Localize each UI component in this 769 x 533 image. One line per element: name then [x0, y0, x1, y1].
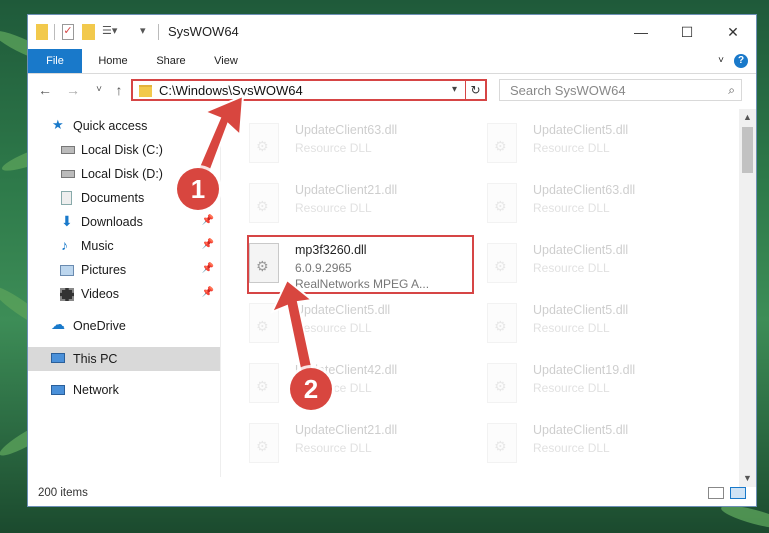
vertical-scrollbar[interactable]: ▲ ▼ — [739, 109, 756, 487]
close-button[interactable]: ✕ — [710, 15, 756, 49]
refresh-button[interactable]: ↻ — [465, 79, 487, 101]
divider — [158, 24, 159, 40]
search-icon[interactable]: ⌕ — [728, 83, 735, 98]
tab-file[interactable]: File — [28, 49, 82, 73]
file-item[interactable]: UpdateClient21.dll Resource DLL — [221, 177, 447, 235]
window-title: SysWOW64 — [168, 24, 239, 39]
qa-dropdown-icon[interactable]: ▾ — [140, 24, 150, 40]
file-item[interactable]: UpdateClient42.dll Resource DLL — [221, 357, 447, 415]
tab-view[interactable]: View — [204, 49, 248, 73]
drive-icon — [61, 170, 75, 178]
file-item[interactable]: UpdateClient19.dll Resource DLL — [459, 357, 685, 415]
file-item[interactable]: UpdateClient5.dll Resource DLL — [459, 417, 685, 475]
item-count: 200 items — [38, 487, 88, 499]
dll-file-icon — [487, 123, 517, 163]
documents-icon — [61, 191, 72, 205]
ribbon-tabs: File Home Share View ˅ ? — [28, 49, 756, 74]
scroll-up-icon[interactable]: ▲ — [739, 109, 756, 126]
address-bar[interactable]: C:\Windows\SysWOW64 ▾ — [131, 79, 487, 101]
dll-file-icon — [487, 363, 517, 403]
folder-icon — [139, 85, 152, 97]
dll-file-icon — [249, 363, 279, 403]
ribbon-expand-icon[interactable]: ˅ — [714, 49, 728, 73]
cloud-icon: ☁ — [51, 316, 65, 332]
large-icons-view-icon[interactable] — [730, 487, 746, 499]
file-item[interactable]: UpdateClient5.dll Resource DLL — [459, 297, 685, 355]
folder-icon — [36, 24, 48, 40]
pin-icon[interactable]: 📌 — [202, 287, 214, 298]
videos-icon — [60, 288, 74, 301]
sidebar-item-local-disk-c[interactable]: Local Disk (C:) — [28, 139, 220, 161]
divider — [54, 24, 55, 40]
file-item[interactable]: UpdateClient63.dll Resource DLL — [459, 177, 685, 235]
search-box[interactable]: ⌕ — [499, 79, 742, 101]
dll-file-icon — [249, 183, 279, 223]
computer-icon — [51, 353, 65, 363]
download-icon: ⬇ — [61, 213, 73, 229]
search-input[interactable] — [508, 82, 712, 99]
maximize-button[interactable]: ☐ — [664, 15, 710, 49]
tab-home[interactable]: Home — [90, 49, 136, 73]
dll-file-icon — [487, 423, 517, 463]
file-item[interactable]: UpdateClient5.dll Resource DLL — [459, 117, 685, 175]
properties-icon[interactable]: ✓ — [62, 24, 74, 40]
status-bar: 200 items — [28, 482, 756, 506]
dll-file-icon — [487, 243, 517, 283]
navigation-bar: ← → ˅ ↑ C:\Windows\SysWOW64 ▾ ↻ ⌕ — [28, 73, 756, 109]
forward-button[interactable]: → — [64, 82, 82, 98]
sidebar-item-network[interactable]: Network — [28, 379, 220, 401]
file-item[interactable]: UpdateClient63.dll Resource DLL — [221, 117, 447, 175]
file-item[interactable]: UpdateClient21.dll Resource DLL — [221, 417, 447, 475]
network-icon — [51, 385, 65, 395]
sidebar-item-quick-access[interactable]: ★ Quick access — [28, 115, 220, 137]
pin-icon[interactable]: 📌 — [202, 263, 214, 274]
chevron-down-icon[interactable]: ▾ — [452, 84, 457, 95]
pin-icon[interactable]: 📌 — [202, 239, 214, 250]
navigation-pane: ★ Quick access Local Disk (C:) Local Dis… — [28, 109, 221, 477]
sidebar-item-pictures[interactable]: Pictures 📌 — [28, 259, 220, 281]
title-bar: ✓ ☰▾ ▾ SysWOW64 — ☐ ✕ — [28, 15, 756, 49]
music-icon: ♪ — [61, 237, 68, 253]
dll-file-icon — [487, 183, 517, 223]
highlight-box-file — [247, 235, 474, 294]
step-2-badge: 2 — [290, 368, 332, 410]
details-view-icon[interactable] — [708, 487, 724, 499]
pin-icon[interactable]: 📌 — [202, 215, 214, 226]
up-button[interactable]: ↑ — [110, 82, 128, 98]
drive-icon — [61, 146, 75, 154]
customize-toolbar-icon[interactable]: ☰▾ — [102, 24, 124, 40]
pictures-icon — [60, 265, 74, 276]
back-button[interactable]: ← — [36, 82, 54, 98]
dll-file-icon — [487, 303, 517, 343]
dll-file-icon — [249, 123, 279, 163]
sidebar-item-onedrive[interactable]: ☁ OneDrive — [28, 315, 220, 337]
dll-file-icon — [249, 423, 279, 463]
scroll-thumb[interactable] — [742, 127, 753, 173]
sidebar-item-this-pc[interactable]: This PC — [28, 347, 220, 371]
address-path: C:\Windows\SysWOW64 — [159, 83, 303, 98]
sidebar-item-videos[interactable]: Videos 📌 — [28, 283, 220, 305]
tab-share[interactable]: Share — [148, 49, 194, 73]
star-icon: ★ — [52, 117, 64, 132]
file-item[interactable]: UpdateClient5.dll Resource DLL — [459, 237, 685, 295]
sidebar-item-music[interactable]: ♪ Music 📌 — [28, 235, 220, 257]
explorer-window: ✓ ☰▾ ▾ SysWOW64 — ☐ ✕ File Home Share Vi… — [27, 14, 757, 507]
new-folder-icon[interactable] — [82, 24, 95, 40]
sidebar-item-downloads[interactable]: ⬇ Downloads 📌 — [28, 211, 220, 233]
help-icon[interactable]: ? — [734, 54, 748, 68]
dll-file-icon — [249, 303, 279, 343]
recent-locations-button[interactable]: ˅ — [90, 84, 108, 95]
step-1-badge: 1 — [177, 168, 219, 210]
minimize-button[interactable]: — — [618, 15, 664, 49]
file-item[interactable]: UpdateClient5.dll Resource DLL — [221, 297, 447, 355]
